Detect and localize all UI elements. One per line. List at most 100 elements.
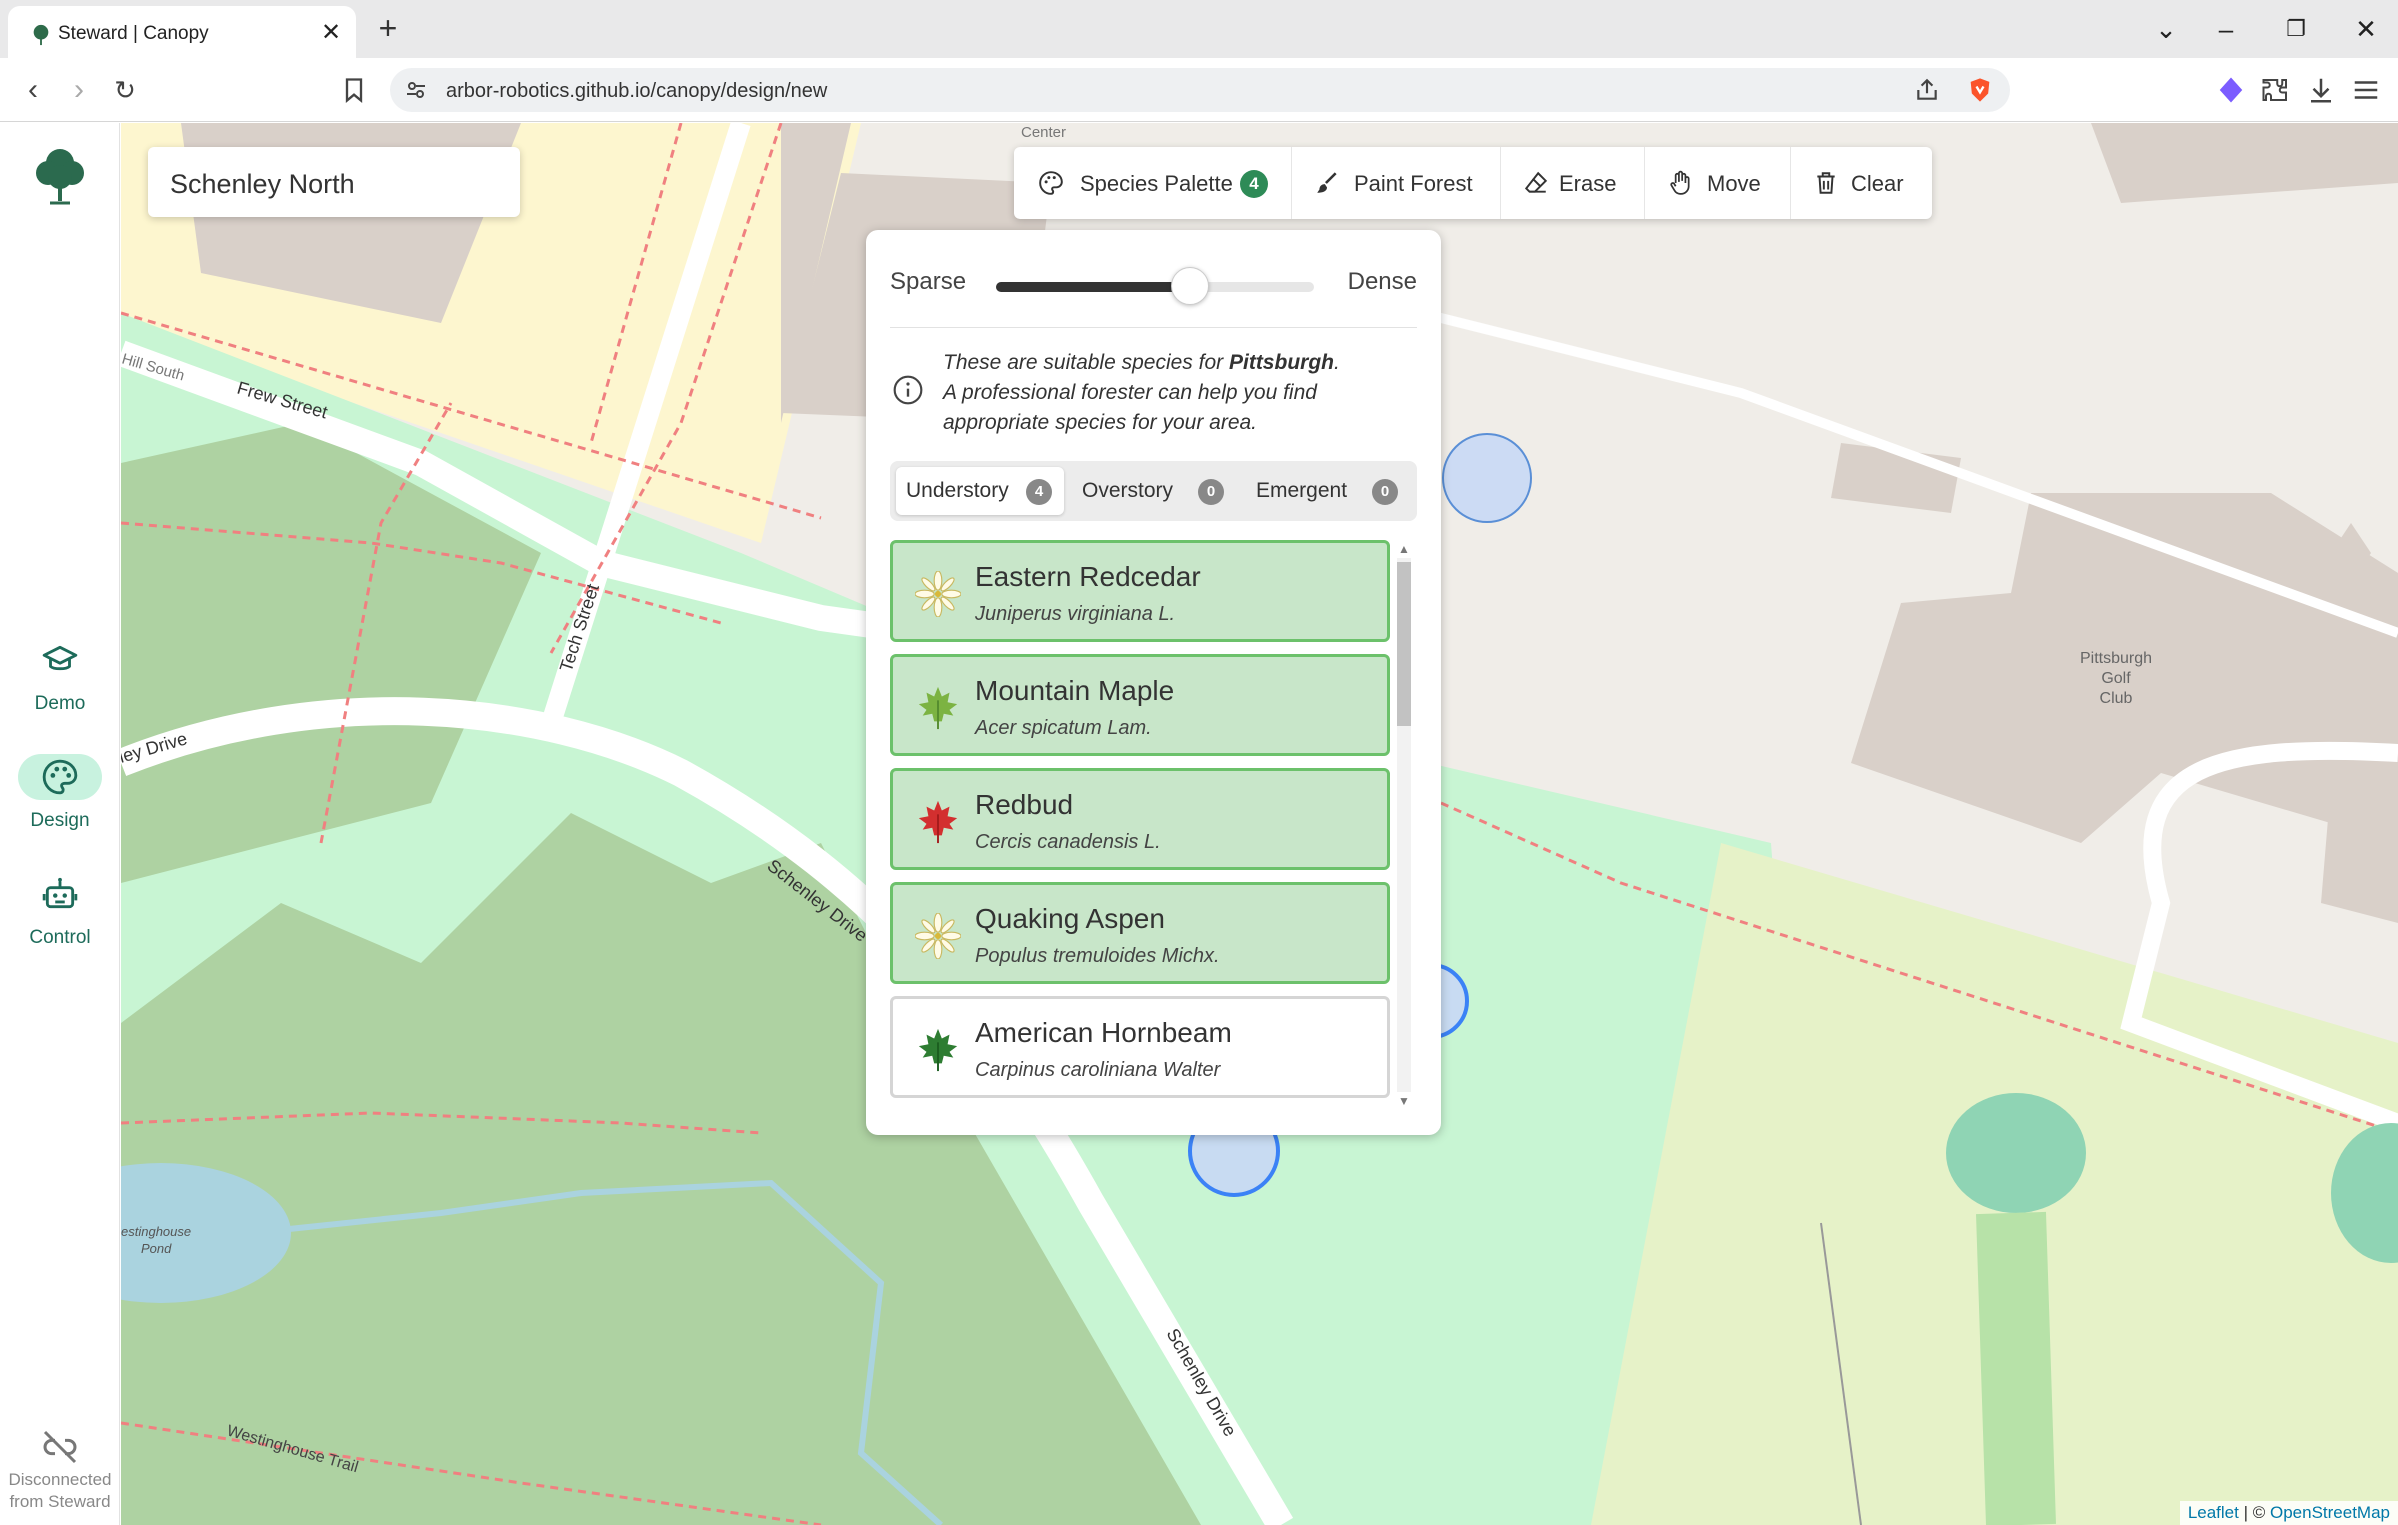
tree-favicon-icon bbox=[33, 24, 49, 46]
paint-forest-button[interactable]: Paint Forest bbox=[1292, 147, 1501, 219]
downloads-icon[interactable] bbox=[2306, 75, 2336, 105]
erase-button[interactable]: Erase bbox=[1501, 147, 1645, 219]
leaflet-link[interactable]: Leaflet bbox=[2188, 1503, 2239, 1522]
species-scientific-name: Cercis canadensis L. bbox=[975, 831, 1161, 853]
app: Demo Design Control Disconnected from St… bbox=[0, 123, 2398, 1525]
species-list: Eastern Redcedar Juniperus virginiana L.… bbox=[890, 540, 1417, 1112]
url-field[interactable]: arbor-robotics.github.io/canopy/design/n… bbox=[390, 68, 2010, 112]
white-flower-icon bbox=[915, 913, 961, 959]
connection-status-label: Disconnected from Steward bbox=[0, 1469, 120, 1513]
mortarboard-icon bbox=[42, 645, 78, 671]
tab-emergent[interactable]: Emergent 0 bbox=[1246, 467, 1411, 515]
palette-icon bbox=[1039, 171, 1063, 195]
tab-understory[interactable]: Understory 4 bbox=[896, 467, 1064, 515]
forward-icon[interactable]: › bbox=[62, 74, 96, 108]
restore-icon[interactable]: ❐ bbox=[2278, 14, 2314, 44]
share-icon[interactable] bbox=[1914, 77, 1940, 103]
brave-shield-icon[interactable] bbox=[1966, 76, 1994, 104]
bookmark-icon[interactable] bbox=[340, 76, 368, 104]
species-card[interactable]: Redbud Cercis canadensis L. bbox=[890, 768, 1390, 870]
tab-emergent-count: 0 bbox=[1372, 479, 1398, 505]
map-label-golf1: Pittsburgh bbox=[2080, 650, 2152, 667]
nav-design-label: Design bbox=[30, 810, 90, 831]
scroll-down-arrow-icon[interactable]: ▼ bbox=[1397, 1094, 1411, 1108]
species-scientific-name: Populus tremuloides Michx. bbox=[975, 945, 1220, 967]
info-suffix: . bbox=[1333, 351, 1340, 374]
browser-tab[interactable]: Steward | Canopy ✕ bbox=[8, 6, 356, 58]
scroll-up-arrow-icon[interactable]: ▲ bbox=[1397, 542, 1411, 556]
tab-overstory-count: 0 bbox=[1198, 479, 1224, 505]
species-palette-panel: Sparse Dense These are suitable species … bbox=[866, 230, 1441, 1135]
species-list-scrollbar[interactable]: ▲ ▼ bbox=[1394, 540, 1412, 1110]
reload-icon[interactable]: ↻ bbox=[108, 74, 142, 108]
location-name: Schenley North bbox=[170, 169, 355, 199]
site-settings-icon[interactable] bbox=[404, 78, 428, 102]
map-attribution: Leaflet | © OpenStreetMap bbox=[2179, 1501, 2398, 1525]
tab-understory-count: 4 bbox=[1026, 479, 1052, 505]
species-count-badge: 4 bbox=[1240, 170, 1268, 198]
map-label-center: Center bbox=[1021, 124, 1066, 141]
minimize-icon[interactable]: – bbox=[2208, 14, 2244, 44]
map-label-golf2: Golf bbox=[2101, 670, 2131, 687]
new-tab-button[interactable]: + bbox=[373, 12, 403, 44]
species-scientific-name: Juniperus virginiana L. bbox=[975, 603, 1176, 625]
species-palette-label: Species Palette bbox=[1080, 171, 1233, 196]
dark-green-leaf-icon bbox=[918, 1028, 958, 1072]
species-card[interactable]: Quaking Aspen Populus tremuloides Michx. bbox=[890, 882, 1390, 984]
species-common-name: Redbud bbox=[975, 789, 1074, 820]
density-slider-thumb[interactable] bbox=[1170, 267, 1209, 305]
density-slider[interactable] bbox=[996, 282, 1314, 292]
map-label-pond2: Pond bbox=[141, 1241, 172, 1256]
nav-demo[interactable]: Demo bbox=[0, 633, 120, 733]
trash-icon bbox=[1817, 172, 1835, 194]
erase-label: Erase bbox=[1559, 171, 1617, 196]
density-slider-fill bbox=[996, 282, 1190, 292]
info-icon bbox=[893, 375, 923, 405]
scroll-thumb[interactable] bbox=[1397, 562, 1411, 726]
eraser-icon bbox=[1524, 171, 1548, 193]
design-toolbar: Species Palette 4 Paint Forest Erase Mov… bbox=[1014, 147, 1932, 219]
species-card[interactable]: Eastern Redcedar Juniperus virginiana L. bbox=[890, 540, 1390, 642]
hand-icon bbox=[1670, 170, 1690, 195]
species-card[interactable]: Mountain Maple Acer spicatum Lam. bbox=[890, 654, 1390, 756]
nav-design[interactable]: Design bbox=[0, 750, 120, 850]
robot-icon bbox=[42, 877, 78, 909]
link-off-icon bbox=[43, 1430, 77, 1464]
species-palette-button[interactable]: Species Palette 4 bbox=[1014, 147, 1292, 219]
nav-demo-label: Demo bbox=[34, 693, 86, 714]
species-common-name: Quaking Aspen bbox=[975, 903, 1165, 934]
connection-status-line2: from Steward bbox=[9, 1492, 111, 1511]
red-maple-leaf-icon bbox=[918, 800, 958, 844]
attribution-separator: | © bbox=[2238, 1503, 2270, 1522]
leo-ai-icon[interactable] bbox=[2216, 75, 2246, 105]
menu-icon[interactable] bbox=[2351, 75, 2381, 105]
connection-status: Disconnected from Steward bbox=[0, 1423, 120, 1523]
species-info-text: These are suitable species for Pittsburg… bbox=[943, 348, 1413, 438]
extensions-icon[interactable] bbox=[2261, 75, 2291, 105]
back-icon[interactable]: ‹ bbox=[16, 74, 50, 108]
tab-close-icon[interactable]: ✕ bbox=[318, 20, 344, 46]
nav-rail: Demo Design Control Disconnected from St… bbox=[0, 123, 120, 1525]
paint-forest-label: Paint Forest bbox=[1354, 171, 1473, 196]
info-city: Pittsburgh bbox=[1228, 351, 1334, 374]
palette-icon bbox=[42, 759, 78, 795]
nav-control[interactable]: Control bbox=[0, 867, 120, 967]
tab-overstory[interactable]: Overstory 0 bbox=[1070, 467, 1240, 515]
clear-button[interactable]: Clear bbox=[1791, 147, 1932, 219]
species-scientific-name: Acer spicatum Lam. bbox=[975, 717, 1152, 739]
density-min-label: Sparse bbox=[890, 268, 967, 295]
info-line2: A professional forester can help you fin… bbox=[943, 381, 1317, 434]
osm-link[interactable]: OpenStreetMap bbox=[2270, 1503, 2390, 1522]
species-scientific-name: Carpinus caroliniana Walter bbox=[975, 1059, 1221, 1081]
move-button[interactable]: Move bbox=[1645, 147, 1791, 219]
tab-search-chevron-icon[interactable]: ⌄ bbox=[2148, 14, 2184, 44]
location-name-box[interactable]: Schenley North bbox=[148, 147, 520, 217]
map-label-golf3: Club bbox=[2100, 690, 2133, 707]
tree-logo-icon[interactable] bbox=[28, 143, 92, 207]
window-close-icon[interactable]: ✕ bbox=[2348, 14, 2384, 44]
species-card[interactable]: American Hornbeam Carpinus caroliniana W… bbox=[890, 996, 1390, 1098]
browser-tab-bar: Steward | Canopy ✕ + ⌄ – ❐ ✕ bbox=[0, 0, 2398, 58]
brush-icon bbox=[1317, 172, 1337, 193]
tab-title: Steward | Canopy bbox=[58, 23, 209, 44]
green-maple-leaf-icon bbox=[918, 686, 958, 730]
